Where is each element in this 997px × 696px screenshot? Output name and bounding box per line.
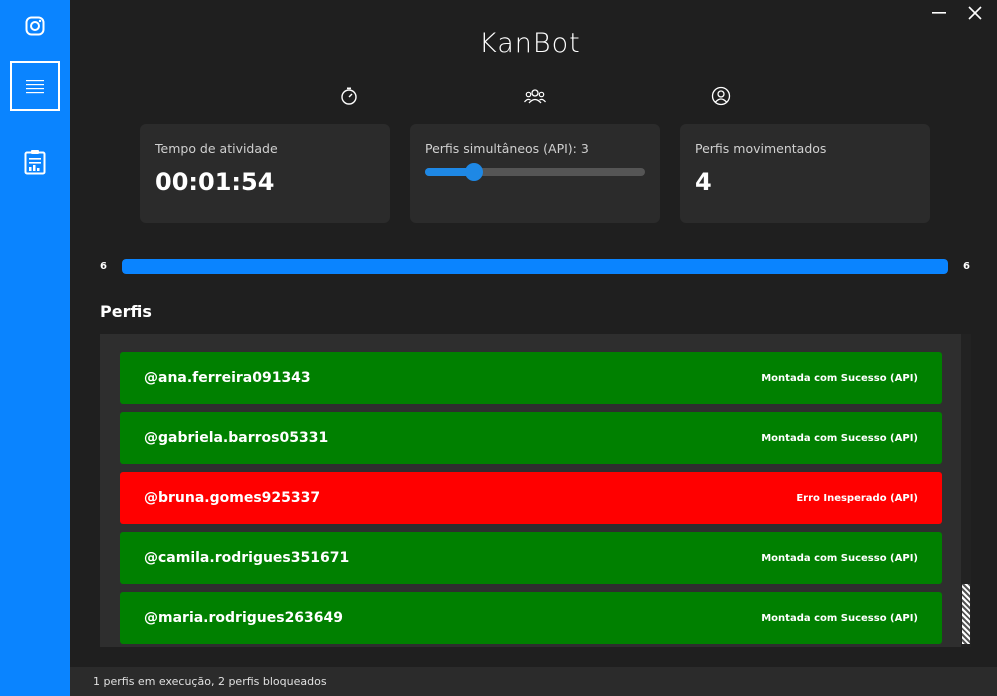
simultaneous-slider[interactable] xyxy=(425,163,645,181)
menu-icon xyxy=(26,80,44,94)
simultaneous-label: Perfis simultâneos (API): 3 xyxy=(425,141,589,156)
profile-name: @gabriela.barros05331 xyxy=(144,430,329,446)
moved-card: Perfis movimentados 4 xyxy=(680,124,930,223)
profile-name: @bruna.gomes925337 xyxy=(144,490,321,506)
progress-fill xyxy=(122,259,948,274)
profile-row[interactable]: @ana.ferreira091343 Montada com Sucesso … xyxy=(120,352,942,404)
profile-status: Montada com Sucesso (API) xyxy=(761,612,918,624)
profile-row[interactable]: @maria.rodrigues263649 Montada com Suces… xyxy=(120,592,942,644)
moved-value: 4 xyxy=(695,168,712,196)
progress-left-label: 6 xyxy=(100,261,107,272)
users-icon xyxy=(524,86,546,106)
profile-row[interactable]: @gabriela.barros05331 Montada com Sucess… xyxy=(120,412,942,464)
profile-status: Erro Inesperado (API) xyxy=(796,492,918,504)
profile-status: Montada com Sucesso (API) xyxy=(761,552,918,564)
sidebar xyxy=(0,0,70,696)
sidebar-item-menu[interactable] xyxy=(10,61,60,111)
profiles-scrollbar[interactable] xyxy=(961,334,971,647)
progress-bar xyxy=(122,259,948,274)
uptime-card: Tempo de atividade 00:01:54 xyxy=(140,124,390,223)
profile-name: @maria.rodrigues263649 xyxy=(144,610,344,626)
minimize-button[interactable] xyxy=(928,4,950,22)
close-button[interactable] xyxy=(964,4,986,22)
profiles-title: Perfis xyxy=(100,302,152,321)
profile-row[interactable]: @camila.rodrigues351671 Montada com Suce… xyxy=(120,532,942,584)
close-icon xyxy=(968,6,982,20)
profile-status: Montada com Sucesso (API) xyxy=(761,432,918,444)
profile-row[interactable]: @bruna.gomes925337 Erro Inesperado (API) xyxy=(120,472,942,524)
profile-name: @camila.rodrigues351671 xyxy=(144,550,350,566)
profile-status: Montada com Sucesso (API) xyxy=(761,372,918,384)
moved-label: Perfis movimentados xyxy=(695,141,827,156)
uptime-value: 00:01:54 xyxy=(155,168,275,196)
sidebar-item-report[interactable] xyxy=(10,137,60,187)
status-bar: 1 perfis em execução, 2 perfis bloqueado… xyxy=(70,667,997,696)
minimize-icon xyxy=(932,12,946,14)
simultaneous-card: Perfis simultâneos (API): 3 xyxy=(410,124,660,223)
profiles-list[interactable]: @ana.ferreira091343 Montada com Sucesso … xyxy=(100,334,971,647)
app-logo: KanBot xyxy=(479,28,581,59)
stopwatch-icon xyxy=(339,86,359,106)
instagram-icon xyxy=(25,16,45,36)
progress-right-label: 6 xyxy=(963,261,970,272)
scrollbar-thumb[interactable] xyxy=(962,584,970,644)
status-text: 1 perfis em execução, 2 perfis bloqueado… xyxy=(93,675,327,688)
slider-thumb[interactable] xyxy=(464,163,483,181)
user-circle-icon xyxy=(711,86,731,106)
profile-name: @ana.ferreira091343 xyxy=(144,370,311,386)
sidebar-item-instagram[interactable] xyxy=(10,1,60,51)
report-icon xyxy=(24,150,46,175)
uptime-label: Tempo de atividade xyxy=(155,141,278,156)
